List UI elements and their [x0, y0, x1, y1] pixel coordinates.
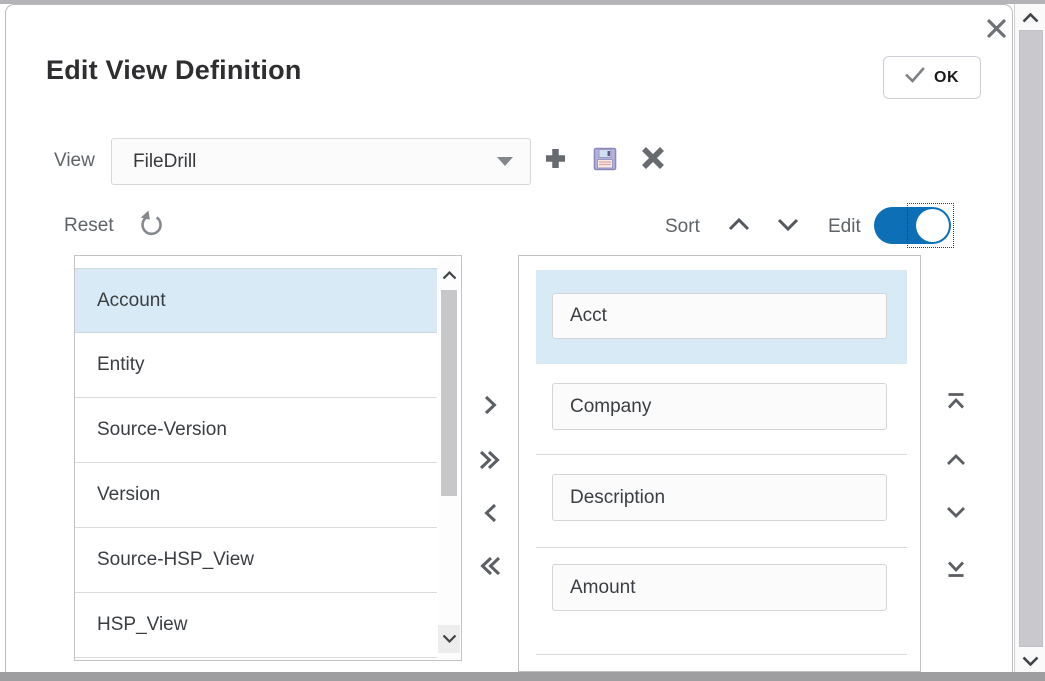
- double-chevron-left-icon: [479, 556, 501, 581]
- move-down-button[interactable]: [940, 499, 972, 529]
- chevron-down-icon: [442, 630, 457, 648]
- sort-descending-button[interactable]: [774, 214, 802, 240]
- list-item-hsp-view[interactable]: HSP_View: [75, 593, 437, 658]
- ok-button-label: OK: [934, 69, 959, 87]
- background-bottom-edge: [0, 672, 1045, 681]
- refresh-icon: [137, 210, 165, 243]
- row-separator: [536, 454, 907, 455]
- close-icon: [986, 18, 1007, 44]
- edit-view-definition-dialog: Edit View Definition OK View FileDrill: [5, 4, 1013, 672]
- move-all-left-button[interactable]: [473, 552, 507, 584]
- page-title: Edit View Definition: [46, 55, 302, 86]
- chevron-up-bar-icon: [946, 392, 966, 416]
- edit-view-definition-dialog-screen: Edit View Definition OK View FileDrill: [0, 0, 1045, 681]
- double-chevron-right-icon: [479, 450, 501, 475]
- list-scrollbar: [438, 257, 460, 659]
- list-item-source-version[interactable]: Source-Version: [75, 398, 437, 463]
- view-label: View: [54, 150, 95, 172]
- floppy-disk-icon: [593, 147, 617, 176]
- delete-view-button[interactable]: [638, 145, 668, 175]
- list-item-version[interactable]: Version: [75, 463, 437, 528]
- selected-columns-list: [518, 255, 921, 672]
- chevron-up-icon: [442, 267, 457, 285]
- chevron-down-icon: [777, 218, 799, 236]
- move-to-top-button[interactable]: [940, 389, 972, 419]
- available-dimensions-list: Account Entity Source-Version Version So…: [74, 255, 462, 661]
- x-icon: [640, 145, 666, 176]
- available-dimensions-rows: Account Entity Source-Version Version So…: [75, 268, 437, 658]
- add-view-button[interactable]: [540, 146, 570, 176]
- toggle-knob: [916, 209, 949, 242]
- move-all-right-button[interactable]: [473, 446, 507, 478]
- view-dropdown[interactable]: FileDrill: [111, 138, 531, 185]
- chevron-right-icon: [484, 395, 497, 420]
- column-field-description[interactable]: [552, 474, 887, 521]
- reset-button[interactable]: [136, 211, 166, 241]
- edit-label: Edit: [828, 216, 861, 238]
- column-field-amount[interactable]: [552, 564, 887, 611]
- chevron-left-icon: [484, 503, 497, 528]
- row-separator: [536, 654, 907, 655]
- reset-label: Reset: [64, 215, 114, 237]
- row-separator: [536, 547, 907, 548]
- sort-ascending-button[interactable]: [725, 214, 753, 240]
- chevron-down-triangle-icon: [497, 157, 513, 166]
- move-right-button[interactable]: [473, 391, 507, 423]
- chevron-up-icon: [728, 218, 750, 236]
- view-dropdown-value: FileDrill: [112, 151, 497, 173]
- list-scroll-up-button[interactable]: [438, 265, 460, 287]
- chevron-down-icon: [1022, 653, 1039, 671]
- checkmark-icon: [905, 67, 925, 89]
- chevron-up-icon: [1022, 10, 1039, 28]
- window-scrollbar[interactable]: [1014, 4, 1045, 681]
- plus-icon: [543, 146, 568, 176]
- window-scroll-down-button[interactable]: [1016, 651, 1045, 673]
- list-item-entity[interactable]: Entity: [75, 333, 437, 398]
- chevron-up-icon: [946, 453, 966, 471]
- edit-toggle[interactable]: [874, 207, 951, 244]
- sort-label: Sort: [665, 216, 700, 238]
- column-field-acct[interactable]: [552, 293, 887, 339]
- list-item-account[interactable]: Account: [75, 268, 437, 333]
- list-item-source-hsp-view[interactable]: Source-HSP_View: [75, 528, 437, 593]
- window-scroll-up-button[interactable]: [1016, 8, 1045, 30]
- chevron-down-bar-icon: [946, 559, 966, 583]
- move-to-bottom-button[interactable]: [940, 556, 972, 586]
- save-view-button[interactable]: [590, 146, 620, 176]
- window-scrollbar-thumb[interactable]: [1019, 30, 1043, 647]
- ok-button[interactable]: OK: [883, 56, 981, 99]
- column-field-company[interactable]: [552, 383, 887, 430]
- move-up-button[interactable]: [940, 447, 972, 477]
- list-scrollbar-thumb[interactable]: [441, 290, 457, 496]
- list-scroll-down-button[interactable]: [438, 625, 460, 653]
- chevron-down-icon: [946, 505, 966, 523]
- close-button[interactable]: [982, 17, 1010, 45]
- move-left-button[interactable]: [473, 499, 507, 531]
